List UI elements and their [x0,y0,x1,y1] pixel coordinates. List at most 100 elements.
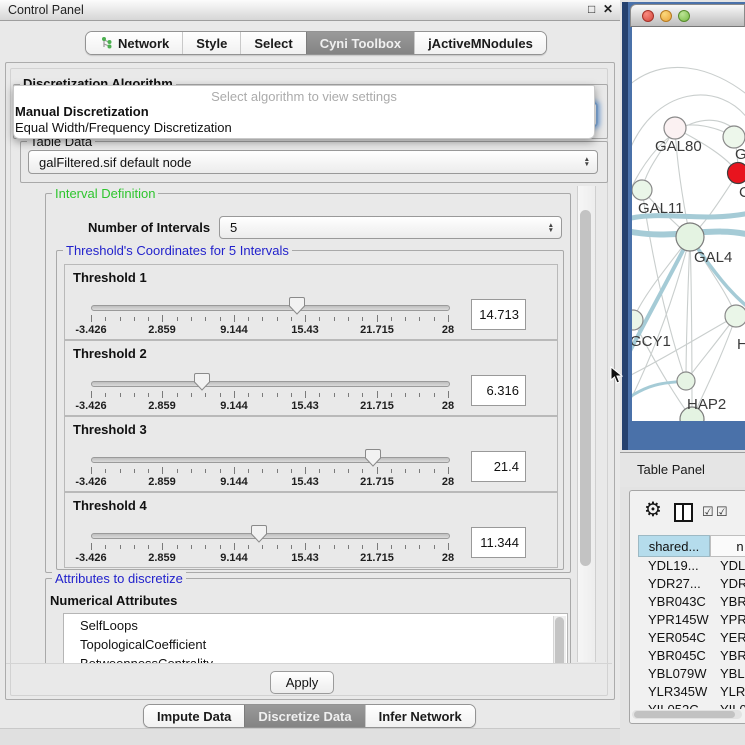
apply-button[interactable]: Apply [270,671,334,694]
scale-label: 28 [442,552,454,564]
popup-option-equal-width[interactable]: Equal Width/Frequency Discretization [15,120,232,135]
cell-shared-name[interactable]: YPR145W [648,611,709,629]
cell-shared-name[interactable]: YDL19... [648,557,699,575]
cell-shared-name[interactable]: YLR345W [648,683,707,701]
cell-shared-name[interactable]: YBR043C [648,593,706,611]
cell-name[interactable]: YBL0 [720,665,745,683]
table-row[interactable]: YBR045C YBR0 [638,647,745,665]
float-panel-icon[interactable]: □ [588,2,595,16]
threshold-1-slider-thumb[interactable] [289,296,305,315]
table-row[interactable]: YER054C YER0 [638,629,745,647]
settings-vertical-scrollbar[interactable] [577,186,596,662]
checkbox-icon[interactable]: ☑ [702,504,714,520]
list-item-topologicalcoefficient[interactable]: TopologicalCoefficient [64,635,567,654]
table-panel-titlebar: Table Panel [620,452,745,487]
cell-name[interactable]: YDR2 [720,575,745,593]
cell-shared-name[interactable]: YBL079W [648,665,707,683]
close-panel-icon[interactable]: ✕ [603,2,613,16]
scale-label: 9.144 [220,476,248,488]
table-rows: YDL19... YDL1 YDR27... YDR2 YBR043C YBR0 YP… [638,557,745,709]
node-label-gal11[interactable]: GAL11 [638,200,684,217]
tab-select[interactable]: Select [240,32,305,54]
checkbox-icon[interactable]: ☑ [716,504,728,520]
column-header-shared-name[interactable]: shared... [638,535,710,557]
threshold-1-label: Threshold 1 [73,270,147,285]
scale-label: 15.43 [291,476,319,488]
node-label-hap2[interactable]: HAP2 [687,396,726,413]
scale-label: 15.43 [291,400,319,412]
table-row[interactable]: YBR043C YBR0 [638,593,745,611]
cell-name[interactable]: YBR0 [720,593,745,611]
threshold-3-value-field[interactable]: 21.4 [471,451,526,482]
threshold-2-label: Threshold 2 [73,346,147,361]
column-header-name[interactable]: n [710,535,745,557]
table-row[interactable]: YLR345W YLR3 [638,683,745,701]
cell-name[interactable]: YLR3 [720,683,745,701]
threshold-1-value-field[interactable]: 14.713 [471,299,526,330]
threshold-4-value-field[interactable]: 11.344 [471,527,526,558]
popup-option-manual-discretization[interactable]: Manual Discretization [15,104,149,119]
tab-style[interactable]: Style [182,32,240,54]
cell-name[interactable]: YIL0 [720,701,745,709]
table-row[interactable]: YBL079W YBL0 [638,665,745,683]
node-label-gcy1[interactable]: GCY1 [632,333,671,350]
tab-infer-network[interactable]: Infer Network [365,705,475,727]
threshold-2-slider-thumb[interactable] [194,372,210,391]
table-row[interactable]: YIL052C YIL0 [638,701,745,709]
table-panel: ⚙ ☑ ☑ shared... n YDL19...YDL1 YDR27...Y… [629,490,745,724]
table-horizontal-scrollbar[interactable] [632,710,742,719]
table-row[interactable]: YDL19... YDL1 [638,557,745,575]
zoom-traffic-light[interactable] [678,10,690,22]
list-item-betweennesscentrality[interactable]: BetweennessCentrality [64,654,567,663]
attributes-group-title: Attributes to discretize [52,571,186,586]
cell-shared-name[interactable]: YER054C [648,629,706,647]
cell-name[interactable]: YDL1 [720,557,745,575]
scrollbar-thumb[interactable] [580,210,591,566]
list-item-selfloops[interactable]: SelfLoops [64,614,567,635]
tab-select-label: Select [254,36,292,51]
cell-shared-name[interactable]: YDR27... [648,575,701,593]
cell-shared-name[interactable]: YBR045C [648,647,706,665]
threshold-2-value-field[interactable]: 6.316 [471,375,526,406]
cell-shared-name[interactable]: YIL052C [648,701,699,709]
table-row[interactable]: YDR27... YDR2 [638,575,745,593]
threshold-3-slider[interactable] [91,457,450,463]
threshold-3-slider-thumb[interactable] [365,448,381,467]
bottom-strip [0,728,620,745]
network-canvas[interactable]: GAL80 GA C GAL11 GAL4 GCY1 H HAP2 [632,27,745,421]
number-of-intervals-combo[interactable]: 5 ▲▼ [219,216,562,239]
network-window-titlebar[interactable] [630,4,745,27]
attributes-list-scrollbar[interactable] [553,616,566,663]
tab-cyni-toolbox[interactable]: Cyni Toolbox [306,32,414,54]
minimize-traffic-light[interactable] [660,10,672,22]
tab-impute-data[interactable]: Impute Data [144,705,244,727]
tab-discretize-data[interactable]: Discretize Data [244,705,364,727]
scale-label: 21.715 [360,476,394,488]
node-label-partial-c[interactable]: C [739,184,745,201]
table-panel-title: Table Panel [637,462,705,477]
table-data-combo[interactable]: galFiltered.sif default node ▲▼ [28,150,598,174]
tab-jactivemnodules[interactable]: jActiveMNodules [414,32,546,54]
gear-icon[interactable]: ⚙ [644,497,662,522]
threshold-4-slider[interactable] [91,533,450,539]
threshold-1-slider[interactable] [91,305,450,311]
node-label-gal80[interactable]: GAL80 [655,138,702,155]
scrollbar-thumb[interactable] [634,711,735,718]
node-label-partial-h[interactable]: H [737,336,745,353]
table-row[interactable]: YPR145W YPR1 [638,611,745,629]
tab-impute-data-label: Impute Data [157,709,231,724]
scale-label: 2.859 [148,400,176,412]
threshold-2-slider[interactable] [91,381,450,387]
threshold-4-slider-thumb[interactable] [251,524,267,543]
cell-name[interactable]: YER0 [720,629,745,647]
network-graph [632,27,745,421]
tab-network[interactable]: Network [86,32,182,54]
column-layout-icon[interactable] [674,503,693,522]
cell-name[interactable]: YPR1 [720,611,745,629]
node-label-partial-g[interactable]: GA [735,146,745,163]
scale-label: 21.715 [360,324,394,336]
thresholds-group-title: Threshold's Coordinates for 5 Intervals [63,243,292,258]
close-traffic-light[interactable] [642,10,654,22]
cell-name[interactable]: YBR0 [720,647,745,665]
node-label-gal4[interactable]: GAL4 [694,249,732,266]
